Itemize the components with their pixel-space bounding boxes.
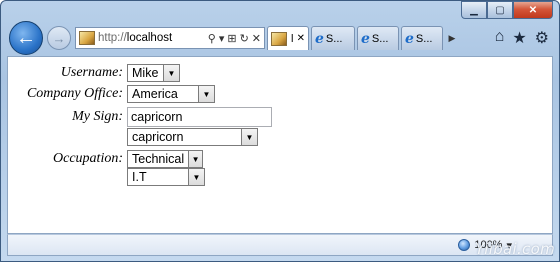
page-favicon-icon bbox=[79, 31, 95, 45]
search-icon[interactable]: ⚲ bbox=[208, 32, 216, 45]
occupation-sub-row: I.T ▼ bbox=[127, 168, 205, 186]
stop-icon[interactable]: ✕ bbox=[252, 32, 261, 45]
company-office-row: Company Office: America ▼ bbox=[8, 85, 215, 103]
ie-e-icon: e bbox=[315, 30, 324, 47]
close-window-button[interactable]: ✕ bbox=[513, 1, 553, 19]
refresh-icon[interactable]: ↻ bbox=[240, 32, 249, 45]
tab-label: l bbox=[291, 32, 294, 45]
tab-scroll-right-icon[interactable]: ▶ bbox=[445, 26, 459, 50]
maximize-button[interactable]: ▢ bbox=[487, 1, 513, 19]
forward-arrow-icon: → bbox=[52, 30, 66, 46]
tab-4[interactable]: e S... bbox=[401, 26, 443, 50]
back-arrow-icon: ← bbox=[16, 26, 36, 49]
compatibility-view-icon[interactable]: ⊞ bbox=[227, 32, 236, 45]
watermark-logo: Yiibai.com bbox=[475, 240, 555, 258]
company-office-select[interactable]: America ▼ bbox=[127, 85, 215, 103]
my-sign-text-input[interactable]: capricorn bbox=[127, 107, 272, 127]
close-tab-icon[interactable]: ✕ bbox=[297, 33, 305, 44]
occupation-select[interactable]: Technical ▼ bbox=[127, 150, 203, 168]
status-bar: 100% ▾ bbox=[7, 234, 553, 256]
tab-label: S... bbox=[415, 32, 433, 45]
window-controls: ▁ ▢ ✕ bbox=[461, 1, 553, 19]
chevron-down-icon: ▼ bbox=[163, 65, 179, 81]
my-sign-label: My Sign: bbox=[72, 109, 123, 124]
tools-gear-icon[interactable]: ⚙ bbox=[535, 28, 549, 48]
occupation-label: Occupation: bbox=[53, 151, 123, 166]
page-content: Username: Mike ▼ Company Office: America… bbox=[7, 56, 553, 234]
url-protocol: http:// bbox=[98, 32, 127, 44]
username-label: Username: bbox=[60, 65, 123, 80]
ie-e-icon: e bbox=[405, 30, 414, 47]
chevron-down-icon: ▼ bbox=[241, 129, 257, 145]
globe-icon bbox=[458, 239, 471, 251]
my-sign-row: My Sign: capricorn bbox=[8, 107, 272, 127]
company-office-label: Company Office: bbox=[26, 86, 123, 101]
ie-e-icon: e bbox=[361, 30, 370, 47]
page-favicon-icon bbox=[271, 31, 287, 46]
chevron-down-icon: ▼ bbox=[188, 151, 202, 167]
username-row: Username: Mike ▼ bbox=[8, 64, 180, 82]
my-sign-select-row: capricorn ▼ bbox=[127, 128, 258, 146]
dropdown-chevron-icon[interactable]: ▾ bbox=[219, 32, 225, 45]
username-select[interactable]: Mike ▼ bbox=[127, 64, 180, 82]
tab-3[interactable]: e S... bbox=[357, 26, 399, 50]
chevron-down-icon: ▼ bbox=[198, 86, 214, 102]
tab-label: S... bbox=[325, 32, 343, 45]
tab-2[interactable]: e S... bbox=[311, 26, 355, 50]
chevron-down-icon: ▼ bbox=[188, 169, 204, 185]
tab-label: S... bbox=[371, 32, 389, 45]
home-icon[interactable]: ⌂ bbox=[495, 28, 505, 48]
occupation-row: Occupation: Technical ▼ bbox=[8, 150, 203, 168]
my-sign-select[interactable]: capricorn ▼ bbox=[127, 128, 258, 146]
browser-window: ▁ ▢ ✕ ← → http:// localhost ⚲ ▾ ⊞ ↻ ✕ l … bbox=[0, 0, 560, 262]
navigation-bar: ← → http:// localhost ⚲ ▾ ⊞ ↻ ✕ l ✕ e S.… bbox=[7, 20, 553, 56]
minimize-button[interactable]: ▁ bbox=[461, 1, 487, 19]
back-button[interactable]: ← bbox=[9, 21, 43, 55]
forward-button[interactable]: → bbox=[47, 26, 71, 50]
address-bar[interactable]: http:// localhost ⚲ ▾ ⊞ ↻ ✕ bbox=[75, 27, 265, 49]
favorites-star-icon[interactable]: ★ bbox=[512, 28, 526, 48]
tab-active[interactable]: l ✕ bbox=[267, 26, 309, 50]
url-host: localhost bbox=[126, 32, 173, 44]
occupation-sub-select[interactable]: I.T ▼ bbox=[127, 168, 205, 186]
